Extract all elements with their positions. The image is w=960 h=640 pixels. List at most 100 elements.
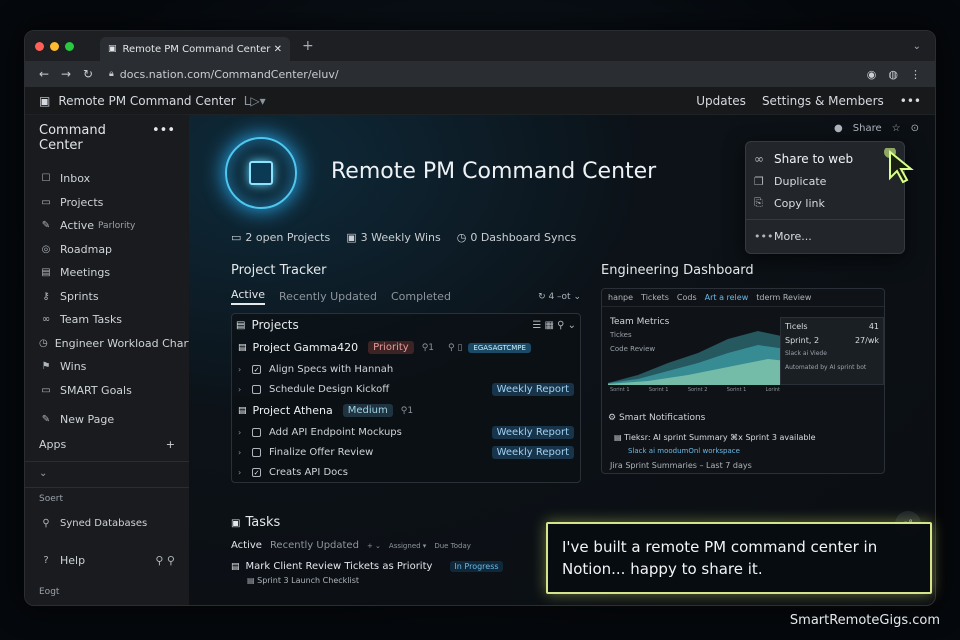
help-item[interactable]: ? Help ⚲ ⚲ bbox=[25, 549, 189, 573]
share-to-web-item[interactable]: ∞ Share to web bbox=[746, 148, 904, 170]
search-icon[interactable]: ⚲ ⚲ bbox=[155, 554, 175, 567]
sidebar-more-icon[interactable]: ••• bbox=[152, 123, 175, 153]
tab-completed[interactable]: Completed bbox=[391, 290, 451, 303]
help-icon: ? bbox=[43, 555, 49, 567]
forward-button[interactable]: → bbox=[55, 67, 77, 81]
task-row[interactable]: › Finalize Offer Review Weekly Report bbox=[232, 442, 580, 462]
sidebar-item-team-tasks[interactable]: ∞ Team Tasks bbox=[25, 308, 189, 332]
dashboard-tab[interactable]: Tickets bbox=[641, 293, 669, 302]
tab-bar: ▣ Remote PM Command Center ✕ + ⌄ bbox=[25, 31, 935, 61]
comment-icon[interactable]: ● bbox=[834, 123, 843, 134]
sidebar-item-inbox[interactable]: ☐ Inbox bbox=[25, 167, 189, 191]
task-checkbox[interactable] bbox=[252, 447, 261, 457]
collapse-chevron-icon[interactable]: ⌄ bbox=[25, 468, 189, 479]
priority-badge[interactable]: Priority bbox=[368, 341, 414, 354]
settings-icon[interactable]: ⊙ bbox=[911, 123, 919, 134]
task-row[interactable]: › ✓ Align Specs with Hannah bbox=[232, 359, 580, 379]
tab-list-chevron-icon[interactable]: ⌄ bbox=[913, 41, 921, 52]
task-checkbox[interactable] bbox=[252, 427, 261, 437]
axis-tick-label: Sorint 1 bbox=[610, 387, 630, 393]
minimize-window-button[interactable] bbox=[50, 41, 59, 51]
search-icon[interactable]: ⚲ ▯ bbox=[448, 343, 462, 353]
notification-link[interactable]: Slack ai moodumOnl workspace bbox=[628, 447, 740, 455]
reload-button[interactable]: ↻ bbox=[77, 67, 99, 81]
close-window-button[interactable] bbox=[35, 41, 44, 51]
smart-notifications-title: ⚙ Smart Notifications bbox=[608, 413, 706, 423]
project-count: ⚲1 bbox=[401, 406, 413, 416]
back-button[interactable]: ← bbox=[33, 67, 55, 81]
expand-chevron-icon[interactable]: › bbox=[238, 385, 248, 394]
axis-tick-label: Sorint 1 bbox=[648, 387, 669, 393]
jira-summaries[interactable]: Jira Sprint Summaries – Last 7 days bbox=[610, 461, 752, 470]
expand-chevron-icon[interactable]: › bbox=[238, 468, 248, 477]
url-field[interactable]: 🔒︎ docs.nation.com/CommandCenter/eluv/ bbox=[109, 68, 867, 81]
extension-icon[interactable]: ◉ bbox=[867, 68, 877, 81]
pin-icon: ⚲ bbox=[42, 517, 50, 529]
sidebar-item-wins[interactable]: ⚑ Wins bbox=[25, 355, 189, 379]
new-tab-button[interactable]: + bbox=[302, 38, 314, 54]
dashboard-tab[interactable]: Cods bbox=[677, 293, 697, 302]
more-options-button[interactable]: ••• bbox=[900, 94, 921, 108]
more-item[interactable]: ••• More... bbox=[746, 225, 904, 247]
copy-link-item[interactable]: ⎘ Copy link bbox=[746, 192, 904, 214]
sidebar-item-meetings[interactable]: ▤ Meetings bbox=[25, 261, 189, 285]
apps-section[interactable]: Apps bbox=[39, 438, 66, 451]
sub-task-row[interactable]: ▤ Sprint 3 Launch Checklist bbox=[247, 576, 571, 585]
breadcrumb[interactable]: Remote PM Command Center bbox=[58, 94, 235, 108]
copy-icon: ⎘ bbox=[754, 196, 763, 209]
task-row[interactable]: › Schedule Design Kickoff Weekly Report bbox=[232, 379, 580, 399]
star-icon[interactable]: ☆ bbox=[892, 123, 901, 134]
sidebar-item-engineer-workload-chart[interactable]: ◷ Engineer Workload Chart bbox=[25, 332, 192, 356]
tracker-filter[interactable]: ↻ 4 –ot ⌄ bbox=[538, 292, 581, 302]
gear-icon: ⚙ bbox=[608, 413, 617, 423]
priority-badge[interactable]: Medium bbox=[342, 404, 393, 417]
task-checkbox[interactable]: ✓ bbox=[252, 467, 261, 477]
weekly-report-tag[interactable]: Weekly Report bbox=[491, 445, 574, 459]
task-row[interactable]: › Add API Endpoint Mockups Weekly Report bbox=[232, 422, 580, 442]
tab-active[interactable]: Active bbox=[231, 288, 266, 305]
tasks-add-button[interactable]: + ⌄ bbox=[367, 542, 381, 550]
expand-chevron-icon[interactable]: › bbox=[238, 365, 248, 374]
settings-members-button[interactable]: Settings & Members bbox=[762, 94, 884, 108]
task-row[interactable]: › ✓ Creats API Docs bbox=[232, 462, 580, 482]
project-row[interactable]: ▤ Project Gamma420 Priority ⚲1 ⚲ ▯ EGASAGTCMP… bbox=[232, 336, 580, 359]
dashboard-tab[interactable]: Art a relew bbox=[705, 293, 749, 302]
browser-menu-icon[interactable]: ⋮ bbox=[910, 68, 921, 81]
browser-window: ▣ Remote PM Command Center ✕ + ⌄ ← → ↻ 🔒… bbox=[24, 30, 936, 606]
synced-databases-item[interactable]: ⚲ Syned Databases bbox=[25, 512, 189, 536]
tasks-tab-recently-updated[interactable]: Recently Updated bbox=[270, 540, 359, 551]
task-checkbox[interactable]: ✓ bbox=[252, 364, 261, 374]
add-app-icon[interactable]: + bbox=[166, 438, 175, 451]
tasks-icon: ▣ bbox=[231, 518, 241, 529]
project-row[interactable]: ▤ Project Athena Medium ⚲1 bbox=[232, 399, 580, 422]
address-bar: ← → ↻ 🔒︎ docs.nation.com/CommandCenter/e… bbox=[25, 61, 935, 87]
weekly-report-tag[interactable]: Weekly Report bbox=[491, 382, 574, 396]
table-toolbar-icons[interactable]: ☰ ▦ ⚲ ⌄ bbox=[532, 320, 576, 331]
expand-chevron-icon[interactable]: › bbox=[238, 448, 248, 457]
tab-close-icon[interactable]: ✕ bbox=[274, 44, 282, 55]
duplicate-item[interactable]: ❐ Duplicate bbox=[746, 170, 904, 192]
due-today-filter[interactable]: Due Today bbox=[434, 542, 471, 550]
notification-item[interactable]: ▤ Tieksr: AI sprint Summary ⌘x Sprint 3 … bbox=[614, 433, 816, 442]
task-checkbox[interactable] bbox=[252, 384, 261, 394]
task-row[interactable]: ▤ Mark Client Review Tickets as Priority… bbox=[231, 561, 571, 572]
dashboard-tab[interactable]: tderm Review bbox=[756, 293, 811, 302]
profile-icon[interactable]: ◍ bbox=[888, 68, 898, 81]
browser-tab[interactable]: ▣ Remote PM Command Center ✕ bbox=[100, 37, 290, 61]
new-page-button[interactable]: ✎ New Page bbox=[25, 408, 189, 432]
weekly-report-tag[interactable]: Weekly Report bbox=[491, 425, 574, 439]
sidebar-item-smart-goals[interactable]: ▭ SMART Goals bbox=[25, 379, 189, 403]
maximize-window-button[interactable] bbox=[65, 41, 74, 51]
sidebar-item-sprints[interactable]: ⚷ Sprints bbox=[25, 285, 189, 309]
sidebar-item-active[interactable]: ✎ Active Parlority bbox=[25, 214, 189, 238]
assigned-filter[interactable]: Assigned ▾ bbox=[389, 542, 426, 550]
sidebar-item-projects[interactable]: ▭ Projects bbox=[25, 191, 189, 215]
sidebar-item-roadmap[interactable]: ◎ Roadmap bbox=[25, 238, 189, 262]
share-button[interactable]: Share bbox=[853, 123, 882, 134]
tasks-tab-active[interactable]: Active bbox=[231, 540, 262, 551]
dashboard-tab[interactable]: hanpe bbox=[608, 293, 633, 302]
expand-chevron-icon[interactable]: › bbox=[238, 428, 248, 437]
updates-button[interactable]: Updates bbox=[696, 94, 746, 108]
breadcrumb-extra[interactable]: L▷▾ bbox=[244, 94, 266, 108]
tab-recently-updated[interactable]: Recently Updated bbox=[279, 290, 377, 303]
